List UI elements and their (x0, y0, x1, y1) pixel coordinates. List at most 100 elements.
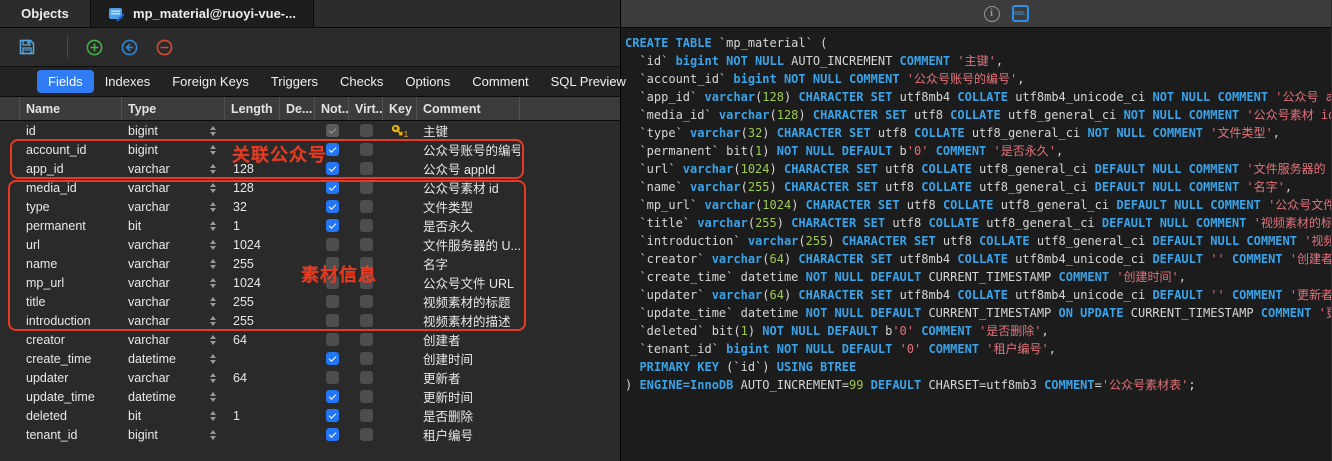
virtual-checkbox[interactable] (360, 124, 373, 137)
insert-field-icon[interactable] (119, 37, 139, 57)
not-null-checkbox[interactable] (326, 295, 339, 308)
field-row-permanent[interactable]: permanentbit1是否永久 (0, 216, 620, 235)
field-row-mp_url[interactable]: mp_urlvarchar1024公众号文件 URL (0, 273, 620, 292)
tab-options[interactable]: Options (394, 70, 461, 93)
not-null-checkbox[interactable] (326, 124, 339, 137)
field-row-creator[interactable]: creatorvarchar64创建者 (0, 330, 620, 349)
tab-indexes[interactable]: Indexes (94, 70, 162, 93)
field-row-tenant_id[interactable]: tenant_idbigint租户编号 (0, 425, 620, 444)
type-stepper[interactable] (210, 259, 216, 269)
ddl-icon[interactable]: DDL (1012, 5, 1029, 22)
type-stepper[interactable] (210, 373, 216, 383)
not-null-checkbox[interactable] (326, 314, 339, 327)
not-null-checkbox[interactable] (326, 333, 339, 346)
tab-table-designer[interactable]: mp_material@ruoyi-vue-... (91, 0, 314, 27)
field-row-type[interactable]: typevarchar32文件类型 (0, 197, 620, 216)
type-stepper[interactable] (210, 164, 216, 174)
virtual-checkbox[interactable] (360, 162, 373, 175)
field-row-name[interactable]: namevarchar255名字 (0, 254, 620, 273)
virtual-checkbox[interactable] (360, 371, 373, 384)
tab-sql-preview[interactable]: SQL Preview (540, 70, 637, 93)
type-stepper[interactable] (210, 430, 216, 440)
tab-fields[interactable]: Fields (37, 70, 94, 93)
not-null-checkbox[interactable] (326, 409, 339, 422)
not-null-checkbox[interactable] (326, 257, 339, 270)
virtual-checkbox[interactable] (360, 276, 373, 289)
field-name: update_time (20, 390, 122, 404)
field-row-create_time[interactable]: create_timedatetime创建时间 (0, 349, 620, 368)
info-icon[interactable]: i (984, 6, 1000, 22)
type-stepper[interactable] (210, 126, 216, 136)
virtual-checkbox[interactable] (360, 257, 373, 270)
not-null-checkbox[interactable] (326, 143, 339, 156)
field-row-update_time[interactable]: update_timedatetime更新时间 (0, 387, 620, 406)
virtual-checkbox[interactable] (360, 200, 373, 213)
not-null-checkbox[interactable] (326, 181, 339, 194)
header-virtual[interactable]: Virt... (349, 97, 383, 120)
header-name[interactable]: Name (20, 97, 122, 120)
field-row-introduction[interactable]: introductionvarchar255视频素材的描述 (0, 311, 620, 330)
virtual-checkbox[interactable] (360, 409, 373, 422)
not-null-checkbox[interactable] (326, 219, 339, 232)
type-stepper[interactable] (210, 240, 216, 250)
field-row-account_id[interactable]: account_idbigint公众号账号的编号 (0, 140, 620, 159)
virtual-checkbox[interactable] (360, 333, 373, 346)
ddl-code[interactable]: CREATE TABLE `mp_material` ( `id` bigint… (621, 28, 1331, 461)
header-not-null[interactable]: Not... (315, 97, 349, 120)
tab-objects[interactable]: Objects (0, 0, 91, 27)
virtual-checkbox[interactable] (360, 295, 373, 308)
field-row-url[interactable]: urlvarchar1024文件服务器的 U... (0, 235, 620, 254)
type-stepper[interactable] (210, 145, 216, 155)
not-null-checkbox[interactable] (326, 238, 339, 251)
not-null-checkbox[interactable] (326, 352, 339, 365)
header-key[interactable]: Key (383, 97, 417, 120)
not-null-checkbox[interactable] (326, 162, 339, 175)
not-null-checkbox[interactable] (326, 390, 339, 403)
not-null-checkbox[interactable] (326, 276, 339, 289)
field-comment: 名字 (417, 254, 520, 273)
field-row-updater[interactable]: updatervarchar64更新者 (0, 368, 620, 387)
type-stepper[interactable] (210, 297, 216, 307)
virtual-checkbox[interactable] (360, 181, 373, 194)
tab-triggers[interactable]: Triggers (260, 70, 329, 93)
field-row-deleted[interactable]: deletedbit1是否删除 (0, 406, 620, 425)
header-decimals[interactable]: De... (280, 97, 315, 120)
delete-field-icon[interactable] (154, 37, 174, 57)
not-null-cell (315, 276, 349, 289)
field-comment: 视频素材的描述 (417, 311, 520, 330)
tab-foreign-keys[interactable]: Foreign Keys (161, 70, 260, 93)
field-row-media_id[interactable]: media_idvarchar128公众号素材 id (0, 178, 620, 197)
type-stepper[interactable] (210, 316, 216, 326)
type-stepper[interactable] (210, 411, 216, 421)
virtual-checkbox[interactable] (360, 352, 373, 365)
not-null-checkbox[interactable] (326, 428, 339, 441)
virtual-checkbox[interactable] (360, 143, 373, 156)
not-null-checkbox[interactable] (326, 371, 339, 384)
tab-checks[interactable]: Checks (329, 70, 394, 93)
virtual-checkbox[interactable] (360, 390, 373, 403)
virtual-checkbox[interactable] (360, 314, 373, 327)
header-comment[interactable]: Comment (417, 97, 520, 120)
type-stepper[interactable] (210, 354, 216, 364)
field-row-id[interactable]: idbigint 1 主键 (0, 121, 620, 140)
type-stepper[interactable] (210, 278, 216, 288)
type-stepper[interactable] (210, 183, 216, 193)
save-icon[interactable] (17, 37, 37, 57)
stepper-up-icon (210, 392, 216, 396)
not-null-checkbox[interactable] (326, 200, 339, 213)
header-type[interactable]: Type (122, 97, 225, 120)
type-stepper[interactable] (210, 202, 216, 212)
type-stepper[interactable] (210, 221, 216, 231)
type-stepper[interactable] (210, 335, 216, 345)
add-field-icon[interactable] (84, 37, 104, 57)
virtual-checkbox[interactable] (360, 219, 373, 232)
field-row-app_id[interactable]: app_idvarchar128公众号 appId (0, 159, 620, 178)
type-stepper[interactable] (210, 392, 216, 402)
field-name: id (20, 124, 122, 138)
virtual-checkbox[interactable] (360, 428, 373, 441)
header-length[interactable]: Length (225, 97, 280, 120)
not-null-cell (315, 390, 349, 403)
field-row-title[interactable]: titlevarchar255视频素材的标题 (0, 292, 620, 311)
tab-comment[interactable]: Comment (461, 70, 539, 93)
virtual-checkbox[interactable] (360, 238, 373, 251)
